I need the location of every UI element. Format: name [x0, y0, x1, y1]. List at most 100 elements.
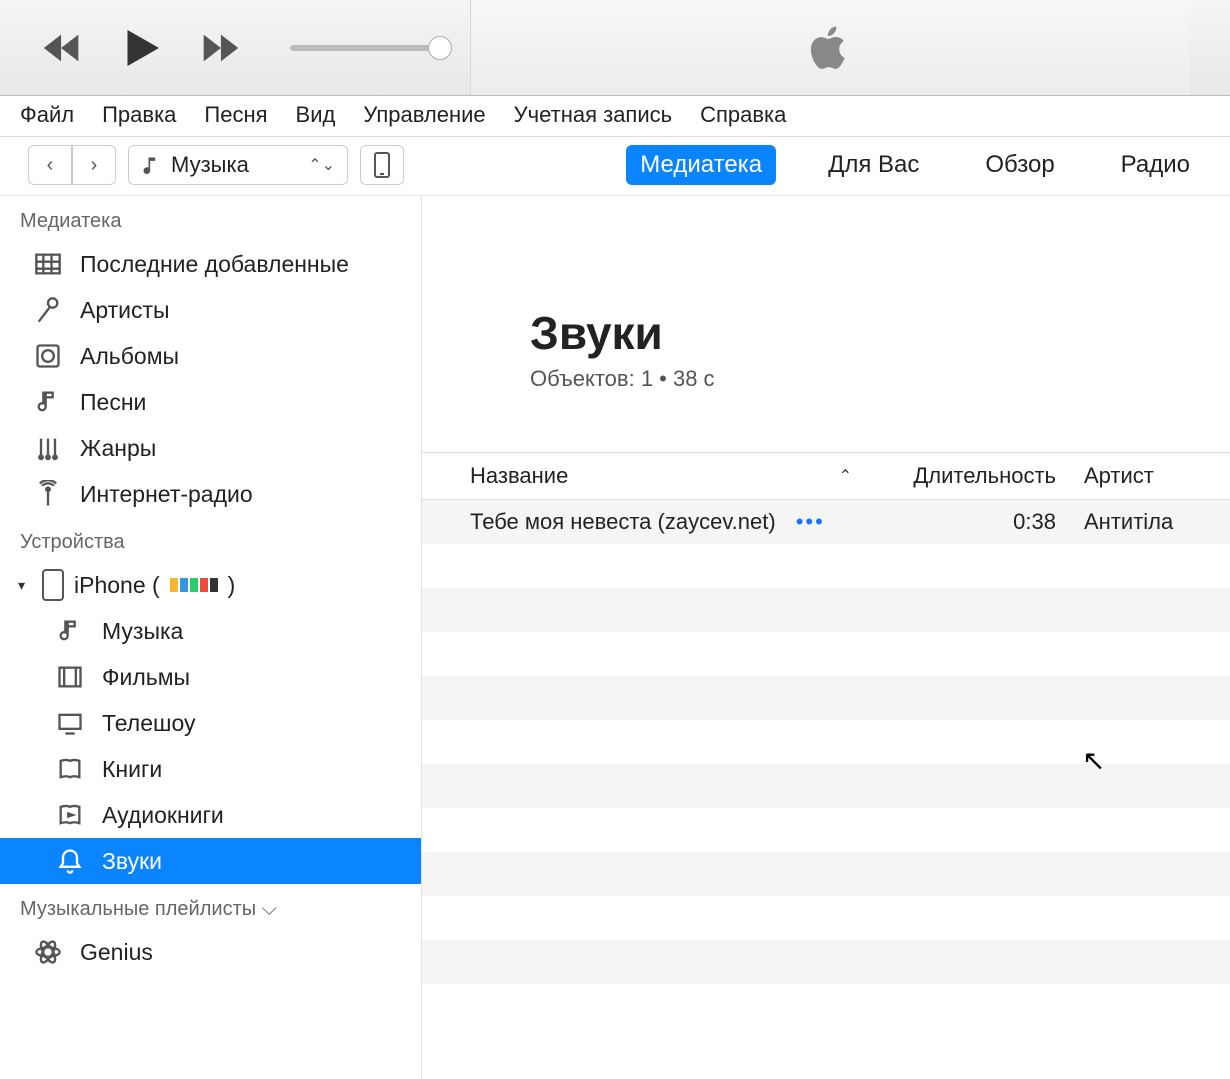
- table-row: [422, 808, 1230, 852]
- menu-view[interactable]: Вид: [296, 102, 336, 128]
- table-row[interactable]: Тебе моя невеста (zaycev.net) ••• 0:38 А…: [422, 500, 1230, 544]
- sidebar-item-label: Книги: [102, 756, 162, 783]
- table-row: [422, 896, 1230, 940]
- menubar: Файл Правка Песня Вид Управление Учетная…: [0, 96, 1230, 137]
- playback-controls: [40, 21, 440, 75]
- sidebar-item-label: Звуки: [102, 848, 162, 875]
- volume-slider[interactable]: [290, 45, 440, 51]
- disclosure-triangle-icon[interactable]: ▾: [18, 577, 32, 594]
- phone-icon: [42, 569, 64, 601]
- tab-for-you[interactable]: Для Вас: [814, 145, 933, 185]
- table-row: [422, 544, 1230, 588]
- table-row: [422, 764, 1230, 808]
- sidebar-device-iphone[interactable]: ▾ iPhone ( ): [0, 562, 421, 608]
- music-note-icon: [141, 155, 161, 175]
- media-type-label: Музыка: [171, 152, 249, 178]
- nav-arrows: ‹ ›: [28, 145, 116, 185]
- sidebar-item-label: Аудиокниги: [102, 802, 224, 829]
- table-row: [422, 720, 1230, 764]
- play-icon[interactable]: [114, 21, 168, 75]
- sidebar-item-genres[interactable]: Жанры: [0, 425, 421, 471]
- atom-icon: [32, 938, 64, 966]
- tab-library[interactable]: Медиатека: [626, 145, 776, 185]
- device-button[interactable]: [360, 145, 404, 185]
- playback-bar: [0, 0, 1230, 96]
- sidebar-item-label: Песни: [80, 389, 146, 416]
- device-capacity-bars: [170, 578, 218, 592]
- bell-icon: [54, 847, 86, 875]
- column-duration[interactable]: Длительность: [870, 463, 1070, 489]
- sidebar-item-label: Genius: [80, 939, 153, 966]
- next-track-icon[interactable]: [196, 25, 242, 71]
- sidebar-item-recent[interactable]: Последние добавленные: [0, 241, 421, 287]
- apple-logo-icon: [810, 23, 852, 73]
- tab-browse[interactable]: Обзор: [971, 145, 1068, 185]
- menu-edit[interactable]: Правка: [102, 102, 176, 128]
- nav-row: ‹ › Музыка ⌃⌄ Медиатека Для Вас Обзор Ра…: [0, 137, 1230, 196]
- media-type-selector[interactable]: Музыка ⌃⌄: [128, 145, 348, 185]
- note-icon: [32, 388, 64, 416]
- volume-thumb[interactable]: [428, 36, 452, 60]
- table-row: [422, 676, 1230, 720]
- now-playing-area: [470, 0, 1190, 95]
- phone-icon: [373, 152, 391, 178]
- tab-radio[interactable]: Радио: [1107, 145, 1204, 185]
- playlist-genius[interactable]: Genius: [0, 929, 421, 975]
- sidebar-item-radio[interactable]: Интернет-радио: [0, 471, 421, 517]
- sidebar-item-label: Интернет-радио: [80, 481, 253, 508]
- page-title: Звуки: [530, 306, 1230, 360]
- menu-controls[interactable]: Управление: [363, 102, 485, 128]
- sidebar-section-devices: Устройства: [0, 517, 421, 562]
- device-item-tones[interactable]: Звуки: [0, 838, 421, 884]
- menu-account[interactable]: Учетная запись: [514, 102, 672, 128]
- device-item-audiobooks[interactable]: Аудиокниги: [0, 792, 421, 838]
- grid-icon: [32, 250, 64, 278]
- device-name-prefix: iPhone (: [74, 572, 160, 599]
- device-item-music[interactable]: Музыка: [0, 608, 421, 654]
- sidebar-item-label: Жанры: [80, 435, 156, 462]
- sidebar-item-artists[interactable]: Артисты: [0, 287, 421, 333]
- menu-file[interactable]: Файл: [20, 102, 74, 128]
- more-actions-icon[interactable]: •••: [796, 509, 825, 535]
- sidebar-item-label: Артисты: [80, 297, 170, 324]
- sort-ascending-icon: ⌃: [839, 466, 852, 486]
- book-icon: [54, 755, 86, 783]
- album-icon: [32, 342, 64, 370]
- previous-track-icon[interactable]: [40, 25, 86, 71]
- tv-icon: [54, 709, 86, 737]
- film-icon: [54, 663, 86, 691]
- table-row: [422, 984, 1230, 1028]
- sidebar-item-albums[interactable]: Альбомы: [0, 333, 421, 379]
- chevron-updown-icon: ⌃⌄: [308, 155, 335, 175]
- view-tabs: Медиатека Для Вас Обзор Радио: [626, 145, 1204, 185]
- menu-song[interactable]: Песня: [204, 102, 267, 128]
- antenna-icon: [32, 480, 64, 508]
- sidebar-item-label: Музыка: [102, 618, 183, 645]
- sidebar-item-songs[interactable]: Песни: [0, 379, 421, 425]
- microphone-icon: [32, 296, 64, 324]
- column-title[interactable]: Название ⌃: [470, 463, 870, 489]
- track-title: Тебе моя невеста (zaycev.net): [470, 509, 776, 535]
- sidebar-item-label: Телешоу: [102, 710, 195, 737]
- menu-help[interactable]: Справка: [700, 102, 786, 128]
- table-row: [422, 632, 1230, 676]
- column-artist[interactable]: Артист: [1070, 463, 1230, 489]
- table-row: [422, 940, 1230, 984]
- nav-forward-button[interactable]: ›: [72, 145, 116, 185]
- column-title-label: Название: [470, 463, 568, 489]
- sidebar-item-label: Фильмы: [102, 664, 190, 691]
- device-item-books[interactable]: Книги: [0, 746, 421, 792]
- table-row: [422, 588, 1230, 632]
- sidebar: Медиатека Последние добавленные Артисты …: [0, 196, 422, 1079]
- device-item-tv[interactable]: Телешоу: [0, 700, 421, 746]
- audiobook-icon: [54, 801, 86, 829]
- device-item-movies[interactable]: Фильмы: [0, 654, 421, 700]
- sidebar-item-label: Последние добавленные: [80, 251, 349, 278]
- track-duration: 0:38: [870, 509, 1070, 535]
- track-artist: Антитіла: [1070, 509, 1230, 535]
- note-icon: [54, 617, 86, 645]
- sidebar-section-playlists[interactable]: Музыкальные плейлисты: [0, 884, 421, 929]
- table-header: Название ⌃ Длительность Артист: [422, 452, 1230, 500]
- nav-back-button[interactable]: ‹: [28, 145, 72, 185]
- content-area: Звуки Объектов: 1 • 38 с Название ⌃ Длит…: [422, 196, 1230, 1079]
